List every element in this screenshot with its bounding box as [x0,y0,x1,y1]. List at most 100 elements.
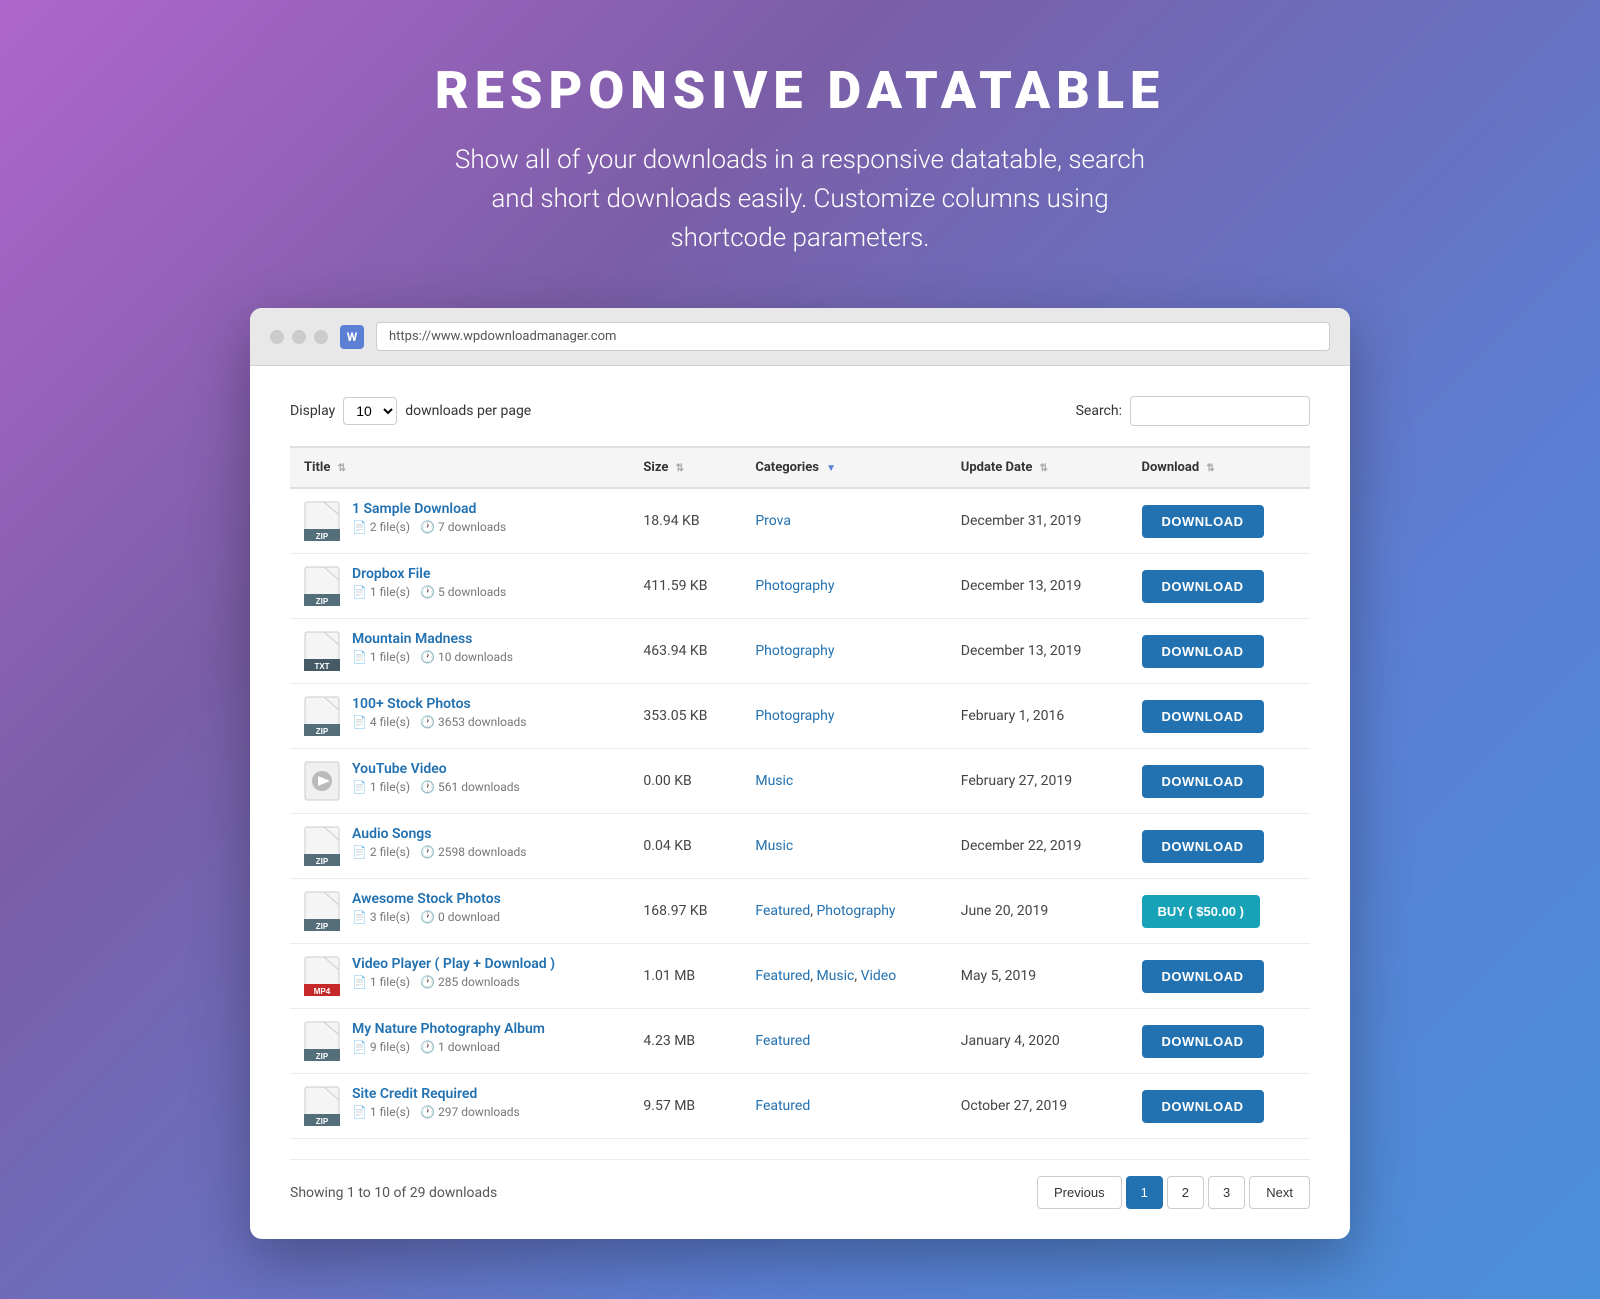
download-button[interactable]: DOWNLOAD [1142,635,1264,668]
title-cell: ZIP 1 Sample Download 📄 2 file(s) 🕐 7 do… [290,488,629,554]
page-1-button[interactable]: 1 [1126,1176,1163,1209]
downloads-count: 🕐 561 downloads [420,780,520,794]
download-button[interactable]: DOWNLOAD [1142,765,1264,798]
col-categories[interactable]: Categories ▼ [741,447,946,488]
category-link[interactable]: Featured [755,1033,810,1049]
table-row: YouTube Video 📄 1 file(s) 🕐 561 download… [290,749,1310,814]
category-link[interactable]: Music [755,838,793,854]
svg-text:TXT: TXT [314,662,329,671]
title-meta: 📄 1 file(s) 🕐 5 downloads [352,585,506,599]
title-cell: MP4 Video Player ( Play + Download ) 📄 1… [290,944,629,1009]
category-link[interactable]: Music [755,773,793,789]
title-link[interactable]: My Nature Photography Album [352,1021,545,1037]
col-update-date[interactable]: Update Date ⇅ [947,447,1128,488]
title-meta: 📄 1 file(s) 🕐 10 downloads [352,650,513,664]
action-cell: DOWNLOAD [1128,1009,1311,1074]
title-link[interactable]: Mountain Madness [352,631,472,647]
category-link[interactable]: Photography [816,903,895,919]
downloads-count: 🕐 7 downloads [420,520,506,534]
display-select[interactable]: 10 25 50 [343,397,397,425]
title-info: 100+ Stock Photos 📄 4 file(s) 🕐 3653 dow… [352,696,526,729]
next-button[interactable]: Next [1249,1176,1310,1209]
downloads-count: 🕐 297 downloads [420,1105,520,1119]
table-row: ZIP My Nature Photography Album 📄 9 file… [290,1009,1310,1074]
download-button[interactable]: DOWNLOAD [1142,1090,1264,1123]
downloads-count: 🕐 285 downloads [420,975,520,989]
dot-2 [292,330,306,344]
action-cell: DOWNLOAD [1128,684,1311,749]
file-icon [304,761,340,801]
category-link[interactable]: Prova [755,513,791,529]
category-link[interactable]: Featured [755,903,810,919]
title-link[interactable]: Dropbox File [352,566,430,582]
prev-button[interactable]: Previous [1037,1176,1122,1209]
title-link[interactable]: Site Credit Required [352,1086,477,1102]
title-link[interactable]: Audio Songs [352,826,431,842]
download-button[interactable]: DOWNLOAD [1142,830,1264,863]
categories-cell: Prova [741,488,946,554]
title-info: Audio Songs 📄 2 file(s) 🕐 2598 downloads [352,826,526,859]
date-cell: June 20, 2019 [947,879,1128,944]
category-link[interactable]: Photography [755,643,834,659]
page-3-button[interactable]: 3 [1208,1176,1245,1209]
page-2-button[interactable]: 2 [1167,1176,1204,1209]
category-link[interactable]: Music [816,968,854,984]
browser-window: W https://www.wpdownloadmanager.com Disp… [250,308,1350,1239]
title-link[interactable]: Video Player ( Play + Download ) [352,956,555,972]
date-cell: February 1, 2016 [947,684,1128,749]
download-button[interactable]: DOWNLOAD [1142,570,1264,603]
page-title: RESPONSIVE DATATABLE [40,60,1560,121]
date-cell: October 27, 2019 [947,1074,1128,1139]
download-button[interactable]: DOWNLOAD [1142,1025,1264,1058]
category-link[interactable]: Photography [755,578,834,594]
date-cell: December 31, 2019 [947,488,1128,554]
col-size[interactable]: Size ⇅ [629,447,741,488]
files-count: 📄 1 file(s) [352,1105,410,1119]
downloads-count: 🕐 10 downloads [420,650,513,664]
col-title[interactable]: Title ⇅ [290,447,629,488]
category-link[interactable]: Photography [755,708,834,724]
title-cell: TXT Mountain Madness 📄 1 file(s) 🕐 10 do… [290,619,629,684]
category-link[interactable]: Featured [755,1098,810,1114]
date-cell: January 4, 2020 [947,1009,1128,1074]
size-cell: 18.94 KB [629,488,741,554]
title-meta: 📄 4 file(s) 🕐 3653 downloads [352,715,526,729]
date-cell: December 22, 2019 [947,814,1128,879]
col-download[interactable]: Download ⇅ [1128,447,1311,488]
size-cell: 0.00 KB [629,749,741,814]
dot-3 [314,330,328,344]
date-cell: February 27, 2019 [947,749,1128,814]
title-cell: YouTube Video 📄 1 file(s) 🕐 561 download… [290,749,629,814]
table-row: ZIP Audio Songs 📄 2 file(s) 🕐 2598 downl… [290,814,1310,879]
browser-dots [270,330,328,344]
title-link[interactable]: 1 Sample Download [352,501,476,517]
categories-cell: Featured [741,1074,946,1139]
page-subtitle: Show all of your downloads in a responsi… [450,141,1150,258]
size-cell: 1.01 MB [629,944,741,1009]
title-link[interactable]: 100+ Stock Photos [352,696,471,712]
title-meta: 📄 9 file(s) 🕐 1 download [352,1040,545,1054]
size-cell: 0.04 KB [629,814,741,879]
date-cell: December 13, 2019 [947,619,1128,684]
table-row: ZIP Site Credit Required 📄 1 file(s) 🕐 2… [290,1074,1310,1139]
download-button[interactable]: DOWNLOAD [1142,505,1264,538]
title-link[interactable]: Awesome Stock Photos [352,891,501,907]
browser-url-bar[interactable]: https://www.wpdownloadmanager.com [376,322,1330,351]
download-button[interactable]: DOWNLOAD [1142,700,1264,733]
files-count: 📄 2 file(s) [352,845,410,859]
title-link[interactable]: YouTube Video [352,761,447,777]
buy-button[interactable]: BUY ( $50.00 ) [1142,895,1260,928]
title-meta: 📄 3 file(s) 🕐 0 download [352,910,501,924]
display-label: Display [290,403,335,419]
files-count: 📄 9 file(s) [352,1040,410,1054]
title-meta: 📄 1 file(s) 🕐 297 downloads [352,1105,520,1119]
search-input[interactable] [1130,396,1310,426]
category-link[interactable]: Video [861,968,897,984]
download-button[interactable]: DOWNLOAD [1142,960,1264,993]
category-link[interactable]: Featured [755,968,810,984]
table-footer: Showing 1 to 10 of 29 downloads Previous… [290,1159,1310,1209]
title-cell: ZIP Dropbox File 📄 1 file(s) 🕐 5 downloa… [290,554,629,619]
display-control: Display 10 25 50 downloads per page [290,397,531,425]
file-icon: MP4 [304,956,340,996]
browser-bar: W https://www.wpdownloadmanager.com [250,308,1350,366]
